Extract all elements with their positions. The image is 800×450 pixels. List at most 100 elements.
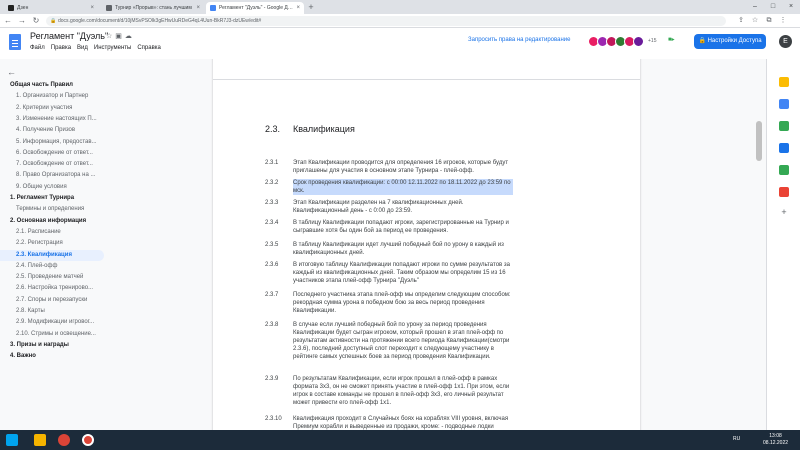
menu-view[interactable]: Вид (77, 45, 88, 51)
outline-item[interactable]: 1. Организатор и Партнер (0, 91, 104, 102)
bookmark-star-icon[interactable]: ☆ (750, 16, 760, 26)
tab-label: Турнир «Прорыв»: стань лучшим (115, 5, 192, 11)
share-page-icon[interactable]: ⇪ (736, 16, 746, 26)
clock-time: 13:08 (769, 433, 782, 439)
forward-icon[interactable]: → (17, 16, 27, 26)
window-close-icon[interactable]: × (782, 0, 800, 14)
star-icon[interactable]: ☆ (106, 33, 115, 40)
extensions-icon[interactable]: ⧉ (764, 16, 774, 26)
paragraph-number: 2.3.7 (265, 292, 279, 298)
outline-item[interactable]: 4. Получение Призов (0, 125, 104, 136)
paragraph-text: Этап Квалификации проводится для определ… (293, 160, 509, 174)
section-number: 2.3. (265, 124, 281, 134)
outline-item[interactable]: 2.2. Регистрация (0, 238, 104, 249)
docs-logo-icon[interactable] (9, 34, 21, 50)
browser-tab[interactable]: Турнир «Прорыв»: стань лучшим × (102, 2, 204, 14)
tasks-icon[interactable] (779, 99, 789, 109)
add-addon-icon[interactable]: + (779, 207, 789, 217)
paragraph-text: По результатам Квалификации, если игрок … (293, 376, 510, 406)
gmail-icon[interactable] (779, 187, 789, 197)
browser-tab-active[interactable]: Регламент "Дуэль" - Google До... × (206, 2, 304, 14)
menu-tools[interactable]: Инструменты (94, 45, 131, 51)
more-collaborators-count[interactable]: +15 (648, 36, 656, 47)
contacts-icon[interactable] (779, 121, 789, 131)
keep-icon[interactable] (779, 77, 789, 87)
document-title[interactable]: Регламент "Дуэль" (30, 31, 108, 41)
move-folder-icon[interactable]: ▣ (115, 33, 125, 40)
outline-item[interactable]: 1. Регламент Турнира (0, 193, 104, 204)
menu-help[interactable]: Справка (137, 45, 161, 51)
maps-icon[interactable] (779, 165, 789, 175)
outline-item[interactable]: 3. Изменение настоящих П... (0, 114, 104, 125)
paragraph-number: 2.3.9 (265, 376, 279, 382)
outline-item[interactable]: 6. Освобождение от ответ... (0, 148, 104, 159)
paragraph-number: 2.3.5 (265, 242, 279, 248)
outline-item[interactable]: 3. Призы и награды (0, 340, 104, 351)
outline-item[interactable]: Термины и определения (0, 204, 104, 215)
outline-item[interactable]: 2. Критерии участия (0, 103, 104, 114)
lock-icon: 🔒 (50, 18, 57, 24)
outline-item[interactable]: Общая часть Правил (0, 80, 104, 91)
chrome-icon[interactable] (58, 434, 70, 446)
paragraph-number: 2.3.3 (265, 200, 279, 206)
outline-item[interactable]: 2. Основная информация (0, 216, 104, 227)
taskbar-clock[interactable]: 13:08 08.12.2022 (763, 433, 788, 447)
meet-icon[interactable]: ■▸ (668, 36, 682, 47)
reload-icon[interactable]: ↻ (31, 16, 41, 26)
outline-item[interactable]: 7. Освобождение от ответ... (0, 159, 104, 170)
outline-item[interactable]: 2.10. Стримы и освещение... (0, 329, 104, 340)
paragraph-number: 2.3.10 (265, 416, 282, 422)
outline-item[interactable]: 5. Информация, предостав... (0, 137, 104, 148)
outline-item[interactable]: 8. Право Организатора на ... (0, 170, 104, 181)
outline-item[interactable]: 2.8. Карты (0, 306, 104, 317)
outline-item[interactable]: 2.3. Квалификация (0, 249, 104, 261)
menu-edit[interactable]: Правка (51, 45, 71, 51)
paragraph-text: Квалификация проходит в Случайных боях н… (293, 416, 509, 430)
browser-tab[interactable]: Дзен × (4, 2, 98, 14)
paragraph-text: В таблицу Квалификации попадают игроки, … (293, 220, 509, 234)
user-avatar[interactable]: E (779, 35, 792, 48)
share-button[interactable]: 🔒 Настройки Доступа (694, 34, 766, 49)
paragraph-text: Последнего участника этапа плей-офф мы о… (293, 292, 511, 314)
document-page[interactable]: 2.3. Квалификация 2.3.1 Этап Квалификации… (213, 59, 640, 430)
paragraph-text: В таблицу Квалификации идет лучший побед… (293, 242, 504, 256)
avatar[interactable] (633, 36, 644, 47)
outline-item[interactable]: 9. Общие условия (0, 182, 104, 193)
windows-start-icon[interactable] (6, 434, 18, 446)
maximize-icon[interactable]: □ (764, 0, 782, 14)
chrome-active-icon[interactable] (82, 434, 94, 446)
outline-item[interactable]: 2.5. Проведение матчей (0, 272, 104, 283)
tab-label: Регламент "Дуэль" - Google До... (219, 5, 294, 11)
outline-item[interactable]: 2.6. Настройка тренирово... (0, 283, 104, 294)
close-icon[interactable]: × (196, 5, 200, 11)
url-input[interactable]: 🔒 docs.google.com/document/d/10jMSvPSOlk… (46, 16, 726, 26)
new-tab-icon[interactable]: + (306, 2, 316, 12)
close-icon[interactable]: × (296, 5, 300, 11)
outline-item[interactable]: 2.1. Расписание (0, 227, 104, 238)
back-icon[interactable]: ← (3, 16, 13, 26)
paragraph-number: 2.3.8 (265, 322, 279, 328)
docs-favicon-icon (210, 5, 216, 11)
docs-header: Регламент "Дуэль" ☆▣☁ Файл Правка Вид Ин… (0, 28, 800, 59)
outline-item[interactable]: 2.4. Плей-офф (0, 261, 104, 272)
paragraph-number: 2.3.4 (265, 220, 279, 226)
outline-item[interactable]: 2.7. Споры и перезапуски (0, 295, 104, 306)
outline-item[interactable]: 4. Важно (0, 351, 104, 362)
close-icon[interactable]: × (90, 5, 94, 11)
menu-file[interactable]: Файл (30, 45, 45, 51)
more-menu-icon[interactable]: ⋮ (778, 16, 788, 26)
url-text: docs.google.com/document/d/10jMSvPSOlk3g… (58, 18, 262, 24)
scrollbar-thumb[interactable] (756, 121, 762, 161)
collaborator-avatars: +15 (588, 36, 656, 47)
title-icons: ☆▣☁ (106, 32, 135, 40)
paragraph-number: 2.3.6 (265, 262, 279, 268)
request-edit-button[interactable]: Запросить права на редактирование (468, 37, 570, 43)
language-indicator[interactable]: RU (733, 436, 740, 442)
address-bar: ← → ↻ 🔒 docs.google.com/document/d/10jMS… (0, 14, 800, 28)
minimize-icon[interactable]: – (746, 0, 764, 14)
paragraph-number: 2.3.2 (265, 180, 279, 186)
close-outline-icon[interactable]: ← (7, 67, 16, 77)
file-explorer-icon[interactable] (34, 434, 46, 446)
calendar-icon[interactable] (779, 143, 789, 153)
outline-item[interactable]: 2.9. Модификации игровог... (0, 317, 104, 328)
